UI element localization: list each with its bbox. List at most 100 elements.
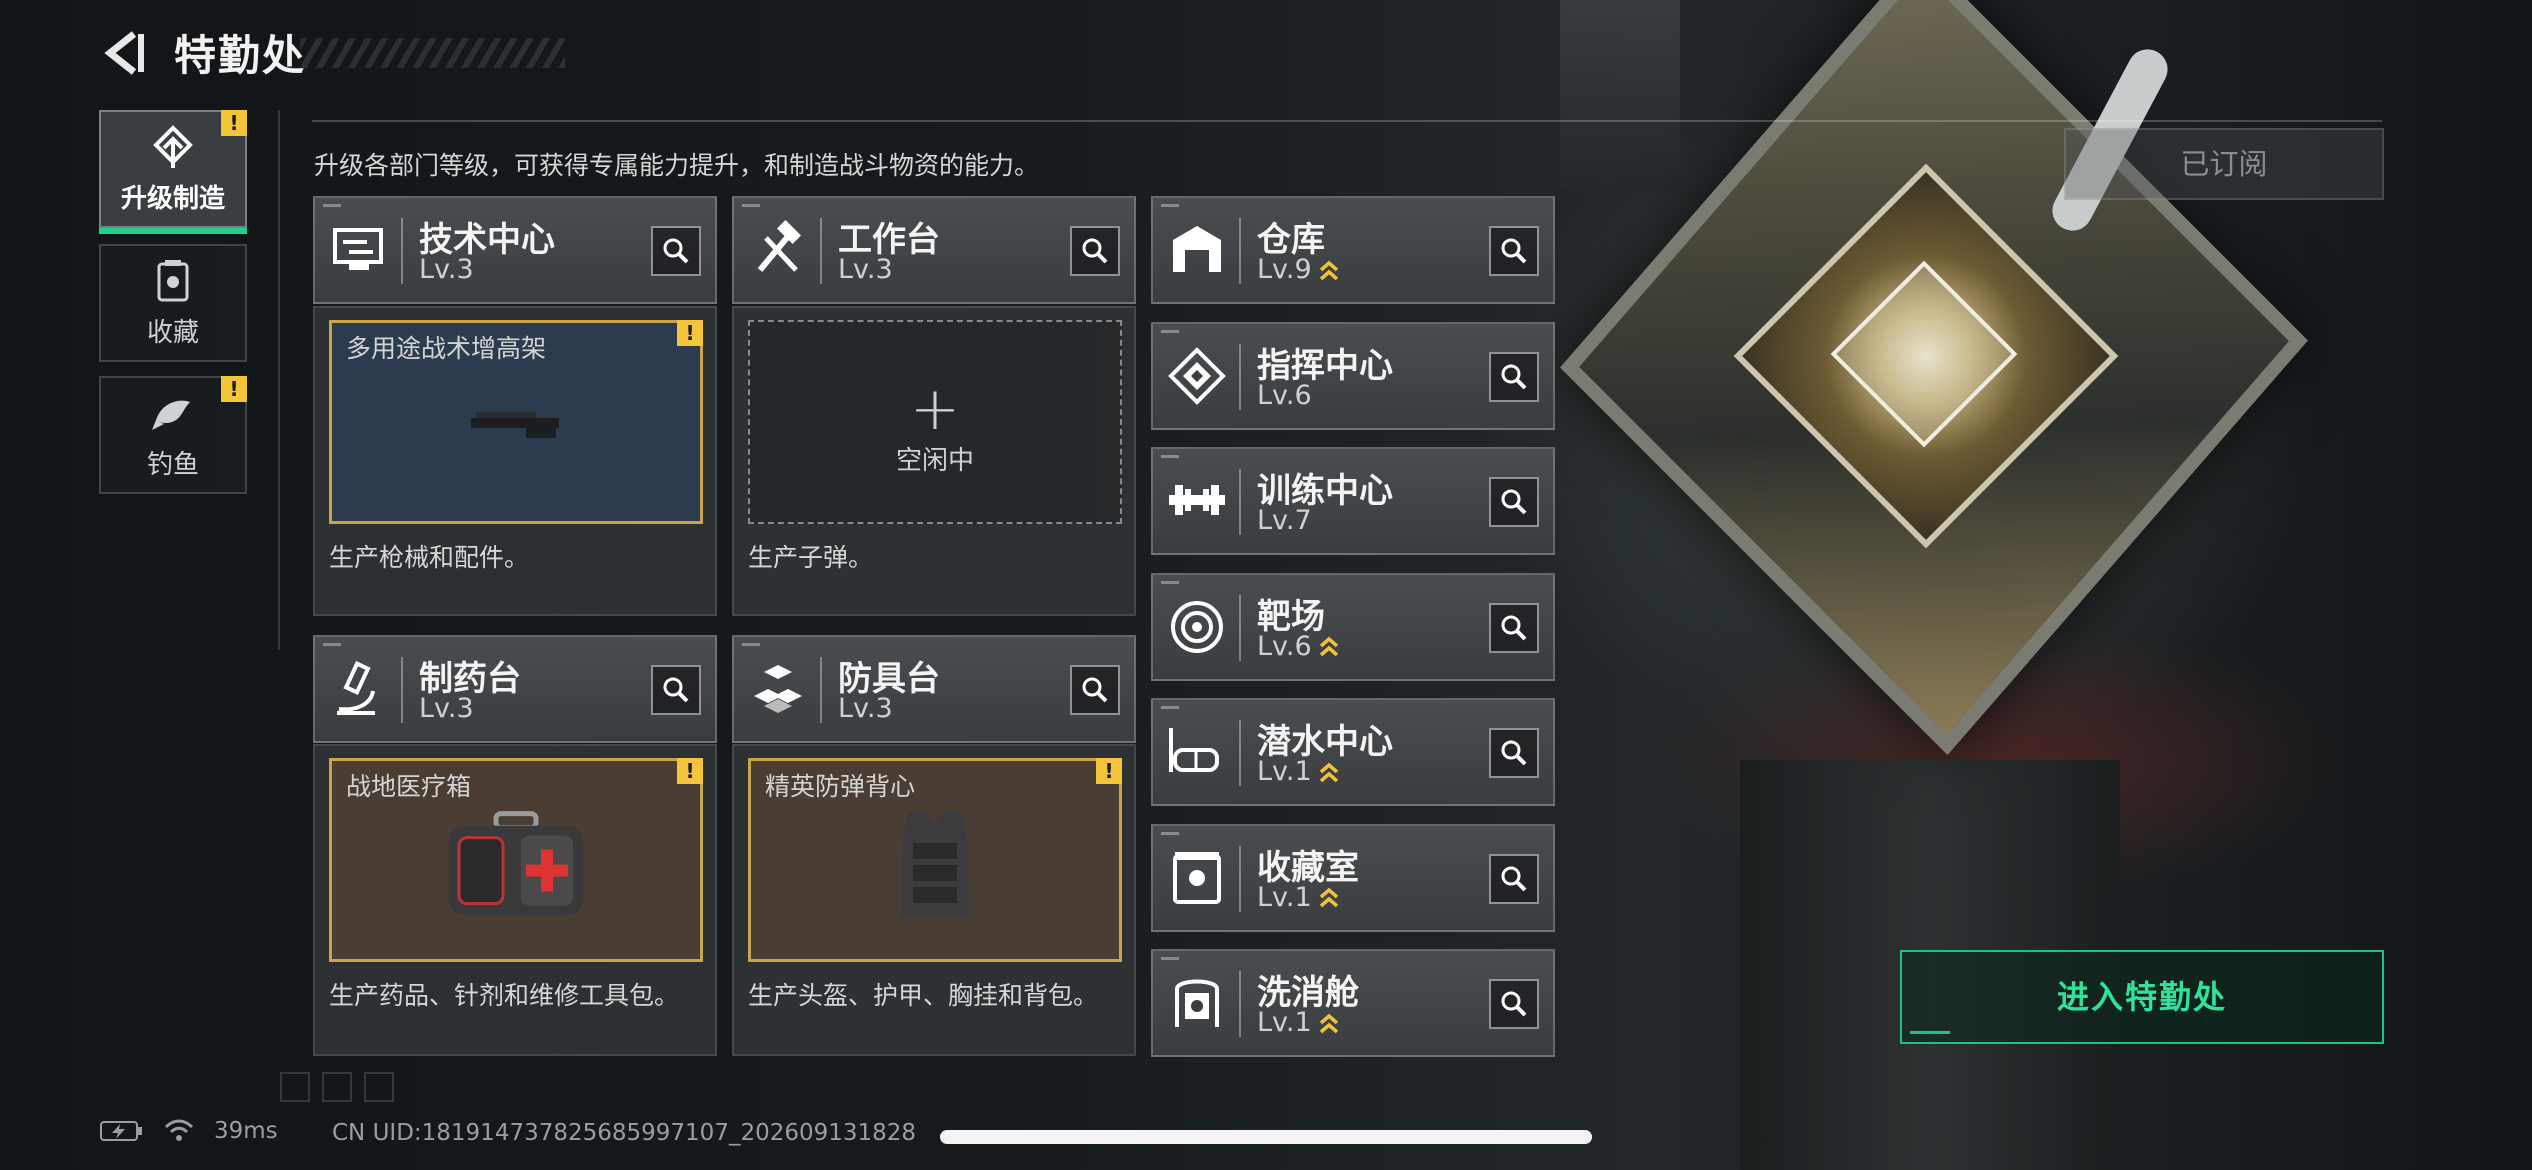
medical-kit-image <box>449 811 583 916</box>
shooting-range-icon <box>1171 600 1223 653</box>
search-icon <box>1082 677 1108 703</box>
building-level: Lv.3 <box>838 693 893 724</box>
facility-card-shooting-range[interactable]: 靶场 Lv.6 <box>1151 572 1555 681</box>
idle-label: 空闲中 <box>895 446 974 476</box>
page-subtitle: 升级各部门等级，可获得专属能力提升，和制造战斗物资的能力。 <box>314 151 1040 180</box>
page-title: 特勤处 <box>174 31 307 80</box>
enter-special-ops-button[interactable]: 进入特勤处 <box>1900 950 2384 1044</box>
card-corner-mark <box>1161 455 1179 458</box>
toolbar-icon[interactable] <box>280 1072 310 1102</box>
card-corner-mark <box>1161 706 1179 709</box>
search-icon <box>663 238 689 264</box>
facility-card-command-center[interactable]: 指挥中心 Lv.6 <box>1151 321 1555 430</box>
details-button[interactable] <box>1489 351 1539 402</box>
building-card-workbench[interactable]: 工作台 Lv.3 <box>732 196 1136 304</box>
production-slot-empty[interactable]: + 空闲中 <box>748 320 1122 524</box>
search-icon <box>1501 866 1527 891</box>
nav-upgrade[interactable]: ! 升级制造 <box>99 110 247 234</box>
search-icon <box>1501 238 1527 264</box>
card-corner-mark <box>1161 204 1179 207</box>
collection-room-icon <box>1173 851 1221 904</box>
training-center-icon <box>1169 485 1225 515</box>
production-panel-pharmacy: 战地医疗箱 ! 生产药品、针剂和维修工具包。 <box>313 744 717 1056</box>
riser-mount-image <box>471 412 559 438</box>
ping-value: 39ms <box>214 1118 278 1144</box>
upgrade-available-icon <box>1319 1013 1338 1033</box>
production-panel-tech-center: 多用途战术增高架 ! 生产枪械和配件。 <box>313 306 717 616</box>
upgrade-available-icon <box>1319 887 1338 908</box>
collection-icon <box>157 259 189 301</box>
active-indicator <box>99 228 247 234</box>
nav-fishing[interactable]: ! 钓鱼 <box>99 376 247 494</box>
card-corner-mark <box>323 643 341 646</box>
nav-divider <box>278 110 280 650</box>
warehouse-icon <box>1173 226 1221 272</box>
facility-card-warehouse[interactable]: 仓库 Lv.9 <box>1151 196 1555 304</box>
details-button[interactable] <box>1489 728 1539 778</box>
building-level: Lv.3 <box>419 693 474 724</box>
building-level: Lv.3 <box>419 254 474 285</box>
details-button[interactable] <box>1489 477 1539 527</box>
facility-card-diving-center[interactable]: 潜水中心 Lv.1 <box>1151 698 1555 806</box>
nav-label: 升级制造 <box>120 183 225 214</box>
details-button[interactable] <box>1489 602 1539 653</box>
building-level: Lv.1 <box>1257 1007 1340 1038</box>
toolbar-icon[interactable] <box>364 1072 394 1102</box>
card-corner-mark <box>742 204 760 207</box>
search-icon <box>1501 740 1527 766</box>
production-slot[interactable]: 战地医疗箱 ! <box>329 758 703 962</box>
nav-label: 钓鱼 <box>146 449 199 480</box>
home-indicator[interactable] <box>940 1130 1592 1144</box>
search-icon <box>663 677 689 703</box>
search-icon <box>1501 364 1527 389</box>
tech-center-icon <box>333 228 383 270</box>
back-arrow-icon[interactable] <box>100 30 146 76</box>
details-button[interactable] <box>1489 979 1539 1029</box>
production-panel-workbench: + 空闲中 生产子弹。 <box>732 306 1136 616</box>
facility-card-decontamination[interactable]: 洗消舱 Lv.1 <box>1151 949 1555 1057</box>
nav-label: 收藏 <box>146 317 199 348</box>
search-icon <box>1082 238 1108 264</box>
toolbar-icon[interactable] <box>322 1072 352 1102</box>
facility-card-collection-room[interactable]: 收藏室 Lv.1 <box>1151 823 1555 932</box>
decontamination-icon <box>1175 979 1219 1027</box>
upgrade-available-icon <box>1319 260 1338 280</box>
production-slot[interactable]: 精英防弹背心 ! <box>748 758 1122 962</box>
details-button[interactable] <box>651 665 701 715</box>
card-corner-mark <box>1161 831 1179 835</box>
ceiling-light <box>1560 0 1680 190</box>
bottom-toolbar <box>280 1072 394 1102</box>
building-card-tech-center[interactable]: 技术中心 Lv.3 <box>313 196 717 304</box>
card-corner-mark <box>1161 957 1179 960</box>
alert-badge: ! <box>677 758 703 784</box>
details-button[interactable] <box>1070 226 1120 276</box>
panel-description: 生产头盔、护甲、胸挂和背包。 <box>748 981 1099 1010</box>
card-corner-mark <box>742 643 760 646</box>
details-button[interactable] <box>1489 226 1539 276</box>
building-level: Lv.9 <box>1257 254 1340 285</box>
building-level: Lv.1 <box>1257 756 1340 787</box>
panel-description: 生产子弹。 <box>748 543 874 572</box>
user-uid: CN UID:18191473782568599710​7_2026091318… <box>332 1120 917 1146</box>
production-panel-armor-bench: 精英防弹背心 ! 生产头盔、护甲、胸挂和背包。 <box>732 744 1136 1056</box>
building-level: Lv.6 <box>1257 379 1312 411</box>
production-slot[interactable]: 多用途战术增高架 ! <box>329 320 703 524</box>
details-button[interactable] <box>1489 853 1539 904</box>
details-button[interactable] <box>1070 665 1120 715</box>
building-level: Lv.6 <box>1257 631 1340 662</box>
upgrade-icon <box>153 124 193 168</box>
panel-description: 生产枪械和配件。 <box>329 543 530 572</box>
title-decoration <box>300 38 565 68</box>
alert-badge: ! <box>677 320 703 346</box>
alert-badge: ! <box>221 110 247 136</box>
upgrade-available-icon <box>1319 636 1338 657</box>
details-button[interactable] <box>651 226 701 276</box>
pharmacy-icon <box>337 661 375 715</box>
facility-card-training-center[interactable]: 训练中心 Lv.7 <box>1151 447 1555 555</box>
nav-collection[interactable]: 收藏 <box>99 244 247 362</box>
subscribed-button[interactable]: 已订阅 <box>2064 128 2384 200</box>
building-card-pharmacy[interactable]: 制药台 Lv.3 <box>313 635 717 743</box>
search-icon <box>1501 991 1527 1017</box>
building-card-armor-bench[interactable]: 防具台 Lv.3 <box>732 635 1136 743</box>
workbench-icon <box>757 220 802 272</box>
